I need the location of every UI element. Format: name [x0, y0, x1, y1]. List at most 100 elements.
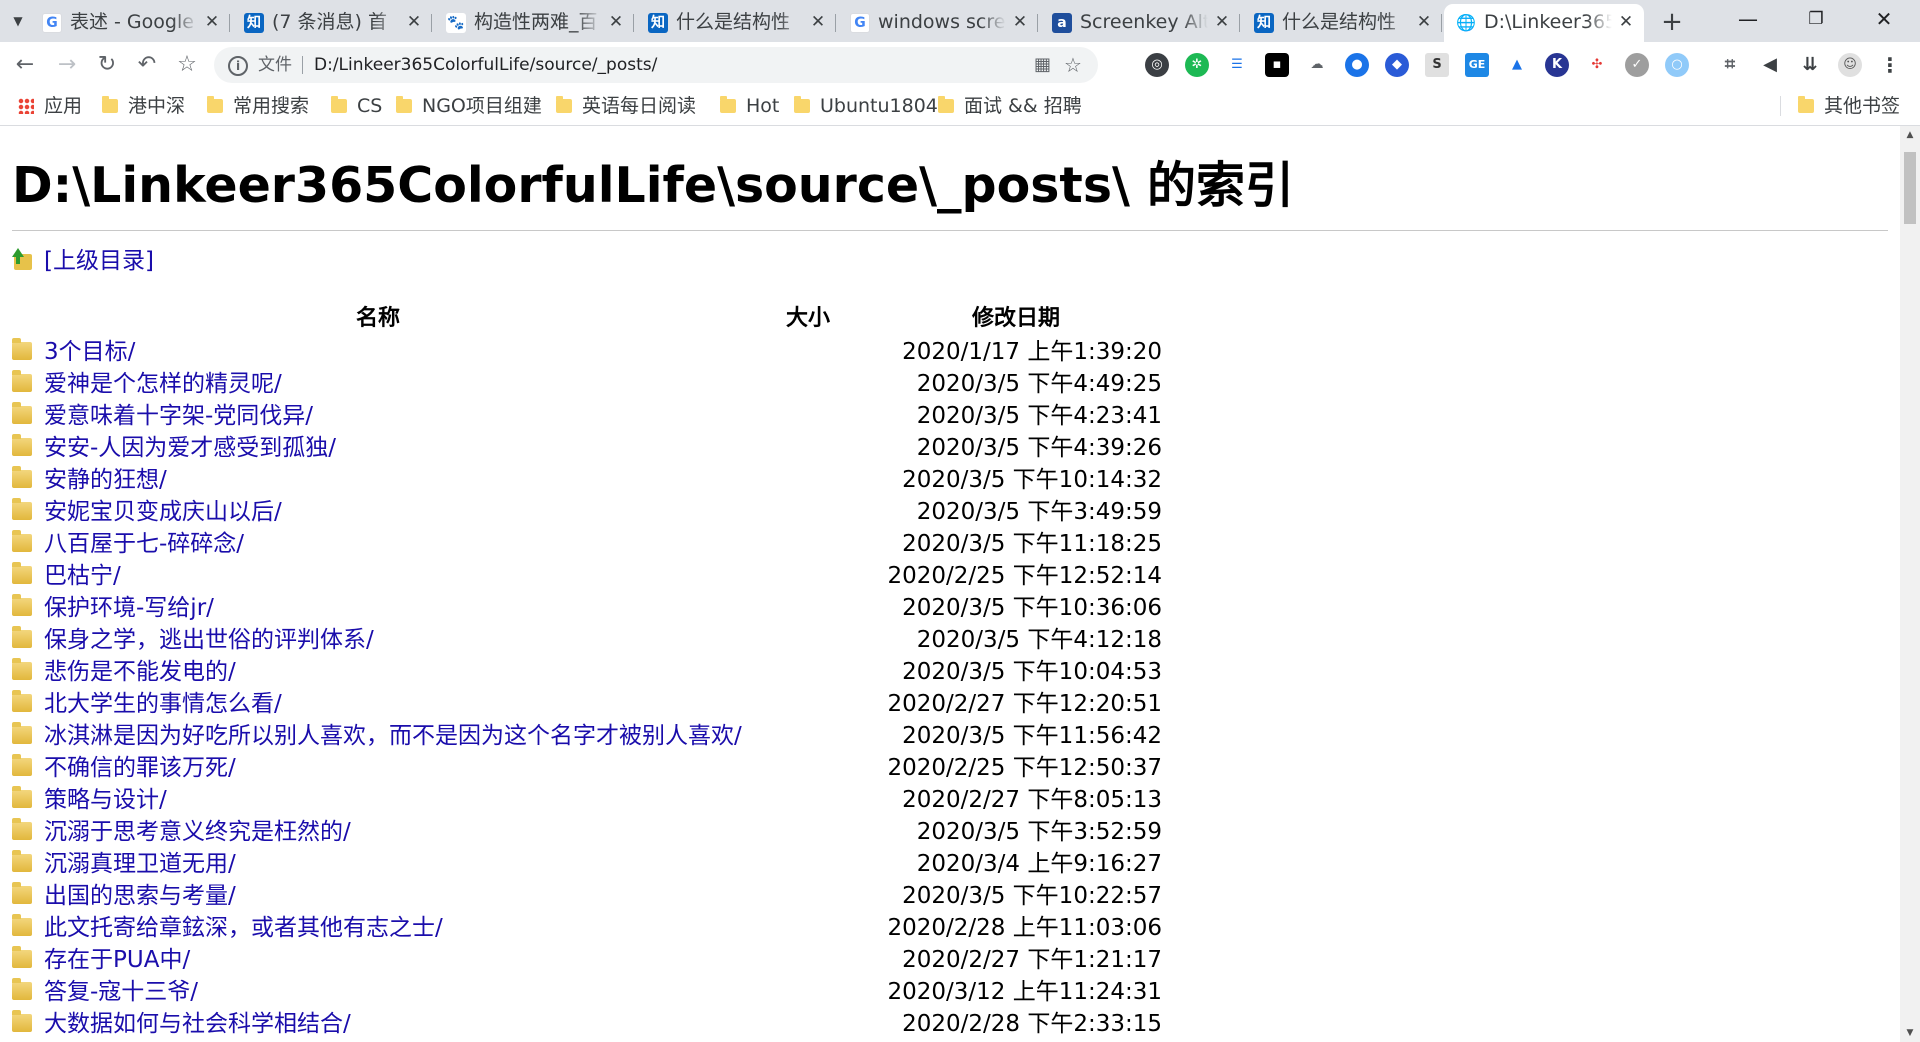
extension-network-icon[interactable]: ✣ — [1585, 53, 1609, 77]
extension-check-icon[interactable]: ✓ — [1625, 53, 1649, 77]
folder-link[interactable]: 沉溺于思考意义终究是枉然的/ — [44, 816, 351, 848]
close-tab-icon[interactable]: ✕ — [1012, 4, 1028, 40]
extension-cap-icon[interactable]: ▲ — [1505, 53, 1529, 77]
extension-k-icon[interactable]: K — [1545, 53, 1569, 77]
folder-icon — [556, 96, 572, 113]
modified-date: 2020/3/5 下午4:23:41 — [916, 403, 1162, 429]
bookmark-apps[interactable]: 应用 — [18, 88, 82, 124]
folder-link[interactable]: 安妮宝贝变成庆山以后/ — [44, 496, 282, 528]
forward-arrow-icon[interactable]: → — [50, 48, 84, 82]
folder-link[interactable]: 保身之学，逃出世俗的评判体系/ — [44, 624, 374, 656]
modified-date: 2020/2/25 下午12:52:14 — [887, 563, 1162, 589]
modified-date: 2020/3/5 下午10:36:06 — [902, 595, 1162, 621]
url-text[interactable]: D:/Linkeer365ColorfulLife/source/_posts/ — [314, 47, 657, 83]
tab-2[interactable]: 🐾 构造性两难_百 ✕ — [434, 4, 634, 40]
tab-7-active[interactable]: 🌐 D:\Linkeer365 ✕ — [1444, 4, 1644, 42]
folder-link[interactable]: 大数据如何与社会科学相结合/ — [44, 1008, 351, 1040]
bookmark-folder-4[interactable]: 英语每日阅读 — [556, 88, 696, 124]
folder-link[interactable]: 爱意味着十字架-党同伐异/ — [44, 400, 313, 432]
folder-icon — [12, 338, 32, 360]
extension-compass-icon[interactable]: ◎ — [1145, 53, 1169, 77]
browser-toolbar: ← → ↻ ↶ ☆ i 文件 D:/Linkeer365ColorfulLife… — [0, 42, 1920, 88]
tab-3[interactable]: 知 什么是结构性 ✕ — [636, 4, 836, 40]
column-header-size[interactable]: 大小 — [786, 304, 830, 334]
modified-date: 2020/3/5 下午4:39:26 — [916, 435, 1162, 461]
tab-6[interactable]: 知 什么是结构性 ✕ — [1242, 4, 1442, 40]
close-window-icon[interactable]: ✕ — [1850, 0, 1918, 38]
close-tab-icon[interactable]: ✕ — [608, 4, 624, 40]
download-chevron-icon[interactable]: ⇊ — [1798, 53, 1822, 77]
bookmark-folder-2[interactable]: CS — [331, 88, 382, 124]
scroll-up-arrow-icon[interactable]: ▲ — [1900, 126, 1920, 144]
close-tab-icon[interactable]: ✕ — [1416, 4, 1432, 40]
qr-code-icon[interactable]: ▦ — [1034, 47, 1051, 83]
close-tab-icon[interactable]: ✕ — [406, 4, 422, 40]
folder-link[interactable]: 八百屋于七-碎碎念/ — [44, 528, 244, 560]
extension-filter-icon[interactable]: ☰ — [1225, 53, 1249, 77]
extension-ring-icon[interactable]: ○ — [1665, 53, 1689, 77]
parent-directory-link[interactable]: [上级目录] — [12, 246, 154, 276]
tab-search-chevron-icon[interactable]: ▼ — [6, 10, 30, 32]
folder-link[interactable]: 存在于PUA中/ — [44, 944, 190, 976]
extension-fire-icon[interactable]: ◆ — [1385, 53, 1409, 77]
new-tab-plus-icon[interactable]: + — [1656, 6, 1688, 38]
folder-link[interactable]: 出国的思索与考量/ — [44, 880, 236, 912]
folder-link[interactable]: 此文托寄给章鉉深，或者其他有志之士/ — [44, 912, 443, 944]
extension-circle-icon[interactable]: ● — [1345, 53, 1369, 77]
bookmark-folder-0[interactable]: 港中深 — [102, 88, 185, 124]
restore-icon[interactable]: ❐ — [1782, 0, 1850, 38]
bookmark-folder-5[interactable]: Hot — [720, 88, 779, 124]
address-bar[interactable]: i 文件 D:/Linkeer365ColorfulLife/source/_p… — [214, 47, 1098, 83]
bookmark-folder-6[interactable]: Ubuntu1804 — [794, 88, 938, 124]
close-tab-icon[interactable]: ✕ — [204, 4, 220, 40]
star-icon[interactable]: ☆ — [1064, 47, 1082, 83]
tab-1[interactable]: 知 (7 条消息) 首 ✕ — [232, 4, 432, 40]
tab-5[interactable]: a Screenkey Alte ✕ — [1040, 4, 1240, 40]
folder-link[interactable]: 沉溺真理卫道无用/ — [44, 848, 236, 880]
extension-s-icon[interactable]: S — [1425, 53, 1449, 77]
tab-0[interactable]: G 表述 - Google ✕ — [30, 4, 230, 40]
vertical-scrollbar[interactable]: ▲ ▼ — [1900, 126, 1920, 1042]
speaker-icon[interactable]: ◀ — [1758, 53, 1782, 77]
folder-link[interactable]: 保护环境-写给jr/ — [44, 592, 214, 624]
column-header-name[interactable]: 名称 — [356, 304, 400, 334]
folder-link[interactable]: 安安-人因为爱才感受到孤独/ — [44, 432, 336, 464]
folder-link[interactable]: 悲伤是不能发电的/ — [44, 656, 236, 688]
column-header-date[interactable]: 修改日期 — [972, 304, 1060, 334]
bookmark-label: 其他书签 — [1824, 95, 1901, 117]
extension-green-icon[interactable]: ✲ — [1185, 53, 1209, 77]
folder-icon — [12, 786, 32, 808]
star-bookmark-icon[interactable]: ☆ — [170, 48, 204, 82]
extension-ge-icon[interactable]: GE — [1465, 53, 1489, 77]
close-tab-icon[interactable]: ✕ — [1618, 4, 1634, 40]
bookmark-folder-7[interactable]: 面试 && 招聘 — [938, 88, 1082, 124]
baidu-icon: 🐾 — [446, 13, 466, 33]
reload-icon[interactable]: ↻ — [90, 48, 124, 82]
scrollbar-thumb[interactable] — [1904, 152, 1916, 224]
folder-link[interactable]: 冰淇淋是因为好吃所以别人喜欢，而不是因为这个名字才被别人喜欢/ — [44, 720, 742, 752]
folder-link[interactable]: 巴枯宁/ — [44, 560, 121, 592]
folder-link[interactable]: 策略与设计/ — [44, 784, 167, 816]
menu-kebab-icon[interactable]: ⋮ — [1878, 53, 1902, 77]
extension-dark-icon[interactable]: ▪ — [1265, 53, 1289, 77]
bookmark-folder-3[interactable]: NGO项目组建 — [396, 88, 542, 124]
undo-icon[interactable]: ↶ — [130, 48, 164, 82]
back-arrow-icon[interactable]: ← — [8, 48, 42, 82]
close-tab-icon[interactable]: ✕ — [810, 4, 826, 40]
folder-link[interactable]: 安静的狂想/ — [44, 464, 167, 496]
bookmark-folder-1[interactable]: 常用搜索 — [207, 88, 309, 124]
crop-icon[interactable]: ⌗ — [1718, 53, 1742, 77]
folder-link[interactable]: 不确信的罪该万死/ — [44, 752, 236, 784]
scroll-down-arrow-icon[interactable]: ▼ — [1900, 1024, 1920, 1042]
tab-4[interactable]: G windows scree ✕ — [838, 4, 1038, 40]
folder-link[interactable]: 3个目标/ — [44, 336, 135, 368]
folder-link[interactable]: 北大学生的事情怎么看/ — [44, 688, 282, 720]
info-icon[interactable]: i — [228, 56, 248, 76]
profile-avatar-icon[interactable]: ☺ — [1838, 53, 1862, 77]
folder-link[interactable]: 答复-寇十三爷/ — [44, 976, 198, 1008]
bookmark-other[interactable]: 其他书签 — [1798, 88, 1900, 124]
extension-cloud-icon[interactable]: ☁ — [1305, 53, 1329, 77]
folder-link[interactable]: 爱神是个怎样的精灵呢/ — [44, 368, 282, 400]
minimize-icon[interactable]: — — [1714, 0, 1782, 38]
close-tab-icon[interactable]: ✕ — [1214, 4, 1230, 40]
